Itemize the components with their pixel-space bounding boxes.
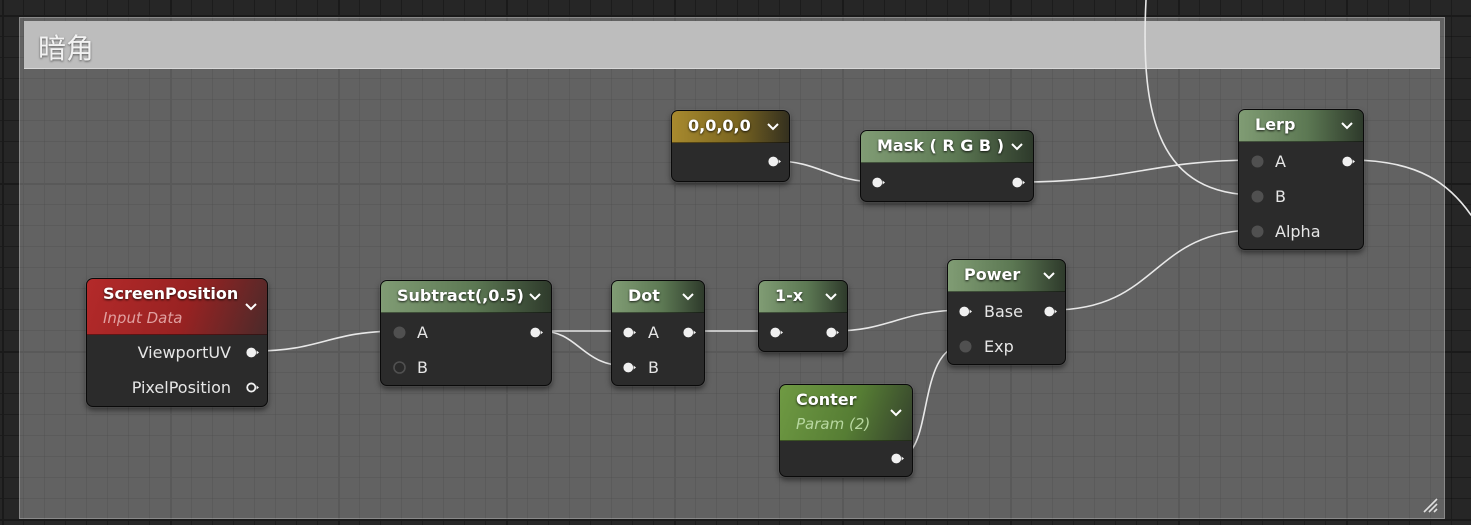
pin-hollow-out-icon[interactable] <box>246 381 259 394</box>
node-lerp[interactable]: Lerp A B Alpha <box>1238 109 1364 250</box>
pin-label-b: B <box>417 358 428 377</box>
pin-label-a: A <box>417 323 428 342</box>
pin-label-base: Base <box>984 302 1023 321</box>
node-title: 0,0,0,0 <box>688 116 751 135</box>
wire-oneminus-power[interactable] <box>833 309 966 332</box>
pin-label-alpha: Alpha <box>1275 222 1321 241</box>
pin-label-b: B <box>1275 187 1286 206</box>
pin-label-b: B <box>648 358 659 377</box>
pin-filled-out-icon[interactable] <box>246 346 259 359</box>
node-title: Mask ( R G B ) <box>877 136 1005 155</box>
pin-filled-in-icon[interactable] <box>770 326 783 339</box>
node-conter-param[interactable]: Conter Param (2) <box>779 384 913 477</box>
pin-filled-out-icon[interactable] <box>891 452 904 465</box>
pin-filled-in-icon[interactable] <box>623 326 636 339</box>
pin-filled-out-icon[interactable] <box>1044 305 1057 318</box>
pin-input-alpha-icon[interactable] <box>1251 225 1264 238</box>
pin-filled-in-icon[interactable] <box>623 361 636 374</box>
chevron-down-icon[interactable] <box>767 122 779 131</box>
chevron-down-icon[interactable] <box>1043 271 1055 280</box>
pin-label-a: A <box>1275 152 1286 171</box>
node-mask[interactable]: Mask ( R G B ) <box>860 130 1034 202</box>
node-header[interactable]: Subtract(,0.5) <box>381 281 551 313</box>
pin-input-a-icon[interactable] <box>1251 155 1264 168</box>
node-title: Power <box>964 265 1021 284</box>
pin-filled-out-icon[interactable] <box>530 326 543 339</box>
chevron-down-icon[interactable] <box>682 292 694 301</box>
wire-mask-lerp-a[interactable] <box>1019 159 1258 183</box>
node-header[interactable]: 0,0,0,0 <box>672 111 789 143</box>
node-title: Lerp <box>1255 115 1296 134</box>
node-header[interactable]: 1-x <box>759 281 847 313</box>
node-title: ScreenPosition <box>103 284 239 303</box>
node-constant[interactable]: 0,0,0,0 <box>671 110 790 182</box>
pin-input-exp-icon[interactable] <box>959 340 972 353</box>
node-header[interactable]: Mask ( R G B ) <box>861 131 1033 163</box>
node-header[interactable]: Power <box>948 260 1065 292</box>
node-subtitle: Param (2) <box>796 415 871 433</box>
pin-input-b-icon[interactable] <box>1251 190 1264 203</box>
pin-filled-out-icon[interactable] <box>826 326 839 339</box>
chevron-down-icon[interactable] <box>825 292 837 301</box>
pin-filled-out-icon[interactable] <box>1012 176 1025 189</box>
chevron-down-icon[interactable] <box>1011 142 1023 151</box>
node-title: Conter <box>796 390 857 409</box>
pin-filled-in-icon[interactable] <box>959 305 972 318</box>
node-subtitle: Input Data <box>103 309 183 327</box>
chevron-down-icon[interactable] <box>245 302 257 311</box>
pin-filled-out-icon[interactable] <box>768 155 781 168</box>
pin-input-a-icon[interactable] <box>393 326 406 339</box>
node-dot[interactable]: Dot A B <box>611 280 705 386</box>
pin-label-a: A <box>648 323 659 342</box>
chevron-down-icon[interactable] <box>1341 121 1353 130</box>
node-title: Dot <box>628 286 660 305</box>
chevron-down-icon[interactable] <box>890 408 902 417</box>
node-header[interactable]: Lerp <box>1239 110 1363 142</box>
pin-filled-in-icon[interactable] <box>872 176 885 189</box>
node-header[interactable]: Conter Param (2) <box>780 385 912 441</box>
pin-input-b-icon[interactable] <box>393 361 406 374</box>
chevron-down-icon[interactable] <box>529 292 541 301</box>
node-one-minus[interactable]: 1-x <box>758 280 848 352</box>
pin-label-exp: Exp <box>984 337 1014 356</box>
pin-label-pixelposition: PixelPosition <box>131 378 231 397</box>
node-title: 1-x <box>775 286 804 305</box>
pin-filled-out-icon[interactable] <box>683 326 696 339</box>
wire-lerp-out[interactable] <box>1349 159 1471 216</box>
node-header[interactable]: Dot <box>612 281 704 313</box>
pin-label-viewportuv: ViewportUV <box>137 343 231 362</box>
node-header[interactable]: ScreenPosition Input Data <box>87 279 267 335</box>
wires-layer <box>255 0 1471 458</box>
node-power[interactable]: Power Base Exp <box>947 259 1066 365</box>
wire-viewportuv-subtract-a[interactable] <box>255 330 399 352</box>
node-screen-position[interactable]: ScreenPosition Input Data ViewportUV Pix… <box>86 278 268 407</box>
node-subtract[interactable]: Subtract(,0.5) A B <box>380 280 552 386</box>
node-title: Subtract(,0.5) <box>397 286 524 305</box>
wire-power-lerp-alpha[interactable] <box>1051 229 1258 311</box>
pin-filled-out-icon[interactable] <box>1342 155 1355 168</box>
